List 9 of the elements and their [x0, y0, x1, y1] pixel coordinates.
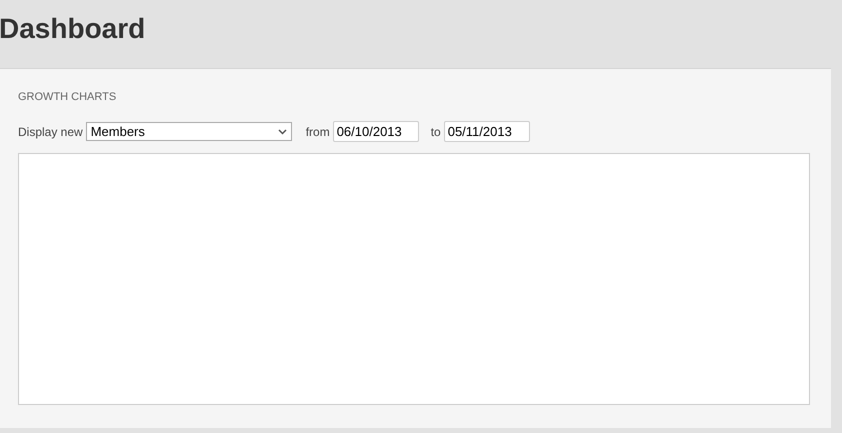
metric-dropdown[interactable]: Members — [86, 122, 292, 141]
section-heading: GROWTH CHARTS — [18, 91, 118, 104]
page-title: Dashboard — [0, 12, 146, 46]
from-date-field[interactable]: 06/10/2013 — [332, 121, 419, 142]
chevron-icon — [278, 128, 287, 134]
to-date-field[interactable]: 05/11/2013 — [444, 121, 530, 142]
display-label: Display new — [18, 124, 83, 138]
to-label: to — [430, 124, 441, 138]
from-label: from — [306, 124, 330, 138]
